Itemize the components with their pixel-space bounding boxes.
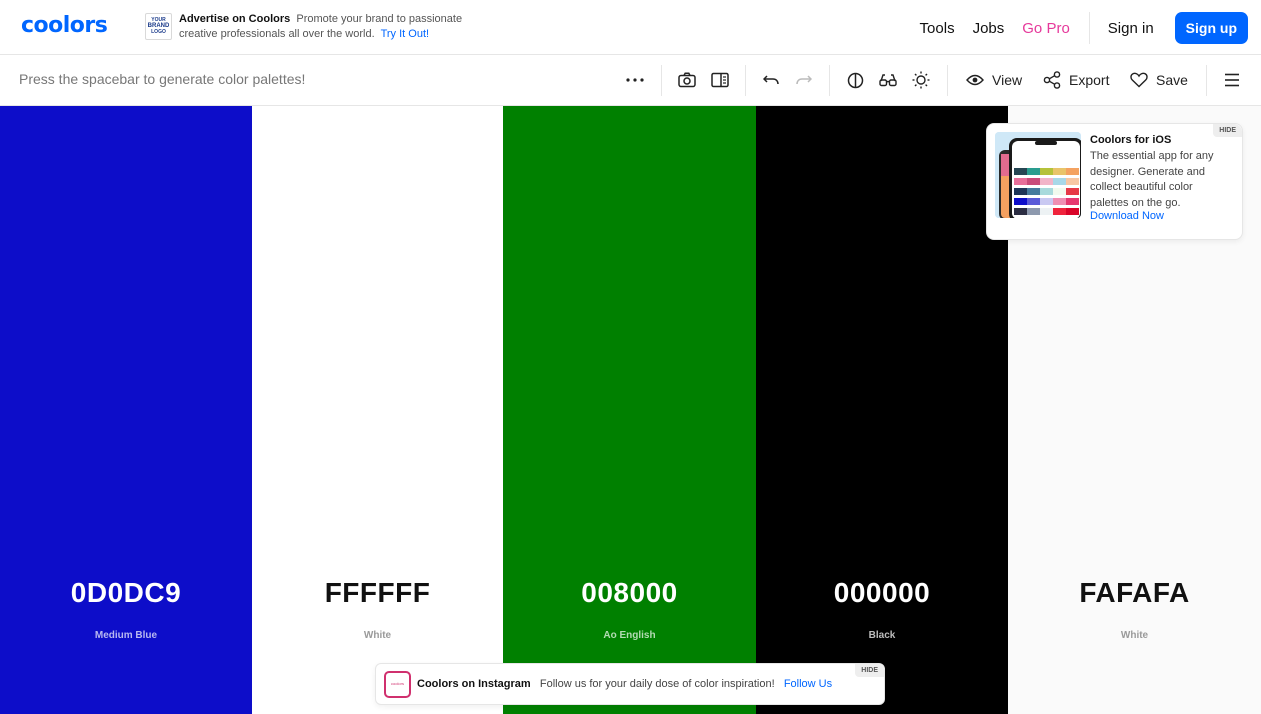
instagram-follow-link[interactable]: Follow Us <box>784 678 832 690</box>
export-label: Export <box>1069 72 1110 88</box>
contrast-icon[interactable] <box>845 69 865 91</box>
signup-button[interactable]: Sign up <box>1174 12 1248 44</box>
ios-card-title: Coolors for iOS <box>1090 134 1172 146</box>
hex-code[interactable]: 0D0DC9 <box>0 577 252 609</box>
color-name: Black <box>868 630 896 641</box>
color-swatch[interactable]: 008000 Ao English <box>503 106 756 714</box>
hex-code[interactable]: FAFAFA <box>1008 577 1261 609</box>
share-icon <box>1043 71 1061 89</box>
instagram-hide-button[interactable]: HIDE <box>855 664 884 677</box>
hex-code[interactable]: FFFFFF <box>252 577 503 609</box>
hex-code[interactable]: 008000 <box>503 577 756 609</box>
signin-link[interactable]: Sign in <box>1108 20 1154 37</box>
ios-promo-card: Coolors for iOS The essential app for an… <box>986 123 1243 240</box>
color-name: White <box>1120 630 1149 641</box>
palette-toolbar: Press the spacebar to generate color pal… <box>0 55 1261 106</box>
color-swatch[interactable]: 000000 Black <box>756 106 1008 714</box>
instagram-promo-bar: coolors Coolors on Instagram Follow us f… <box>375 663 885 705</box>
redo-icon[interactable] <box>794 69 814 91</box>
color-name: Medium Blue <box>94 630 158 641</box>
ios-hide-button[interactable]: HIDE <box>1213 124 1242 137</box>
eye-icon <box>966 74 984 86</box>
instagram-title: Coolors on Instagram <box>417 678 531 690</box>
instagram-text-row: Coolors on Instagram Follow us for your … <box>417 678 832 690</box>
coolors-logo[interactable]: coolors <box>21 13 108 38</box>
hamburger-menu-icon[interactable] <box>1223 69 1241 91</box>
save-label: Save <box>1156 72 1188 88</box>
ad-brand-badge[interactable]: YOUR BRAND LOGO <box>145 13 172 40</box>
camera-icon[interactable] <box>677 69 697 91</box>
heart-icon <box>1130 72 1148 88</box>
color-swatch[interactable]: FFFFFF White <box>252 106 503 714</box>
ad-try-link[interactable]: Try It Out! <box>381 28 430 40</box>
color-name: Ao English <box>603 630 656 641</box>
toolbar-divider <box>947 65 948 96</box>
glasses-icon[interactable] <box>878 69 898 91</box>
ios-app-image[interactable] <box>995 132 1081 218</box>
color-name: White <box>363 630 392 641</box>
save-button[interactable]: Save <box>1130 69 1188 91</box>
view-label: View <box>992 72 1023 88</box>
instagram-description: Follow us for your daily dose of color i… <box>539 678 775 690</box>
layout-panel-icon[interactable] <box>710 69 730 91</box>
nav-jobs-link[interactable]: Jobs <box>973 20 1005 37</box>
ios-download-link[interactable]: Download Now <box>1090 210 1164 222</box>
ios-card-description: The essential app for any designer. Gene… <box>1090 150 1214 209</box>
toolbar-divider <box>661 65 662 96</box>
ad-text-block: Advertise on Coolors Promote your brand … <box>179 12 499 42</box>
view-button[interactable]: View <box>966 69 1022 91</box>
hex-code[interactable]: 000000 <box>756 577 1008 609</box>
nav-right-group: Tools Jobs Go Pro Sign in Sign up <box>902 12 1248 44</box>
nav-divider <box>1088 12 1090 44</box>
spacebar-hint: Press the spacebar to generate color pal… <box>19 71 306 87</box>
ad-title[interactable]: Advertise on Coolors <box>179 13 290 25</box>
undo-icon[interactable] <box>761 69 781 91</box>
toolbar-divider <box>829 65 830 96</box>
brightness-icon[interactable] <box>911 69 931 91</box>
nav-gopro-link[interactable]: Go Pro <box>1022 20 1070 37</box>
color-swatch[interactable]: 0D0DC9 Medium Blue <box>0 106 252 714</box>
ad-badge-line: LOGO <box>151 29 166 35</box>
export-button[interactable]: Export <box>1043 69 1109 91</box>
toolbar-divider <box>745 65 746 96</box>
toolbar-divider <box>1206 65 1207 96</box>
more-dots-icon[interactable] <box>625 69 645 91</box>
top-navbar: coolors YOUR BRAND LOGO Advertise on Coo… <box>0 0 1261 55</box>
nav-tools-link[interactable]: Tools <box>920 20 955 37</box>
instagram-logo[interactable]: coolors <box>384 671 411 698</box>
